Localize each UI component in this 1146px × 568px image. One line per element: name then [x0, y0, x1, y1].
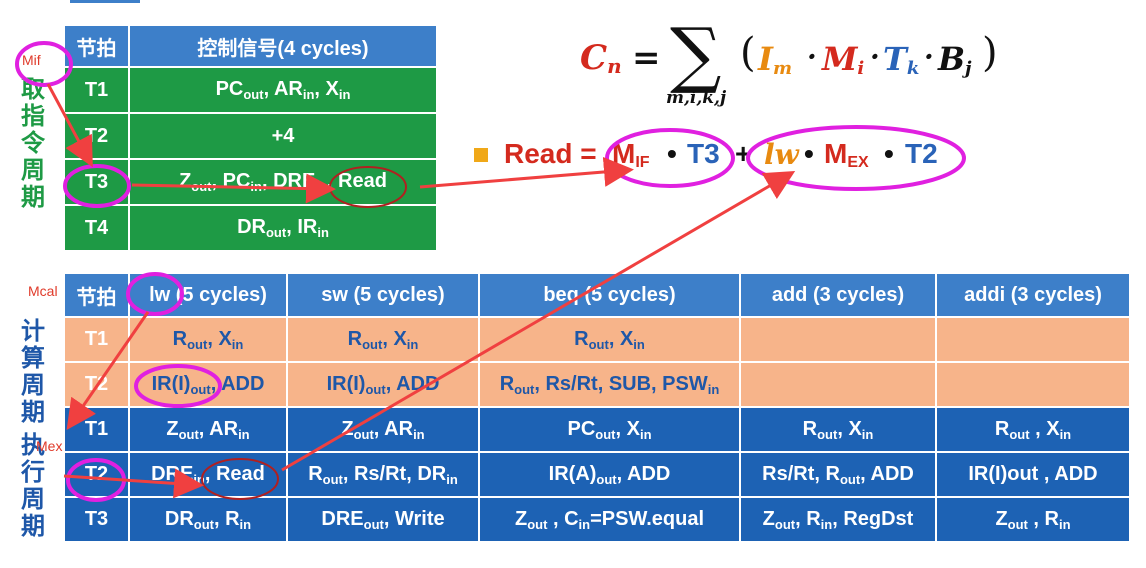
circle-read-exec — [201, 458, 279, 500]
highlight-fetch-t3 — [63, 164, 131, 208]
highlight-lw — [126, 272, 184, 316]
highlight-mif — [15, 41, 73, 87]
highlight-mif-t3 — [605, 128, 735, 188]
annotation-overlay — [15, 41, 966, 502]
highlight-ir-out — [134, 364, 222, 408]
circle-read-fetch — [329, 166, 407, 208]
